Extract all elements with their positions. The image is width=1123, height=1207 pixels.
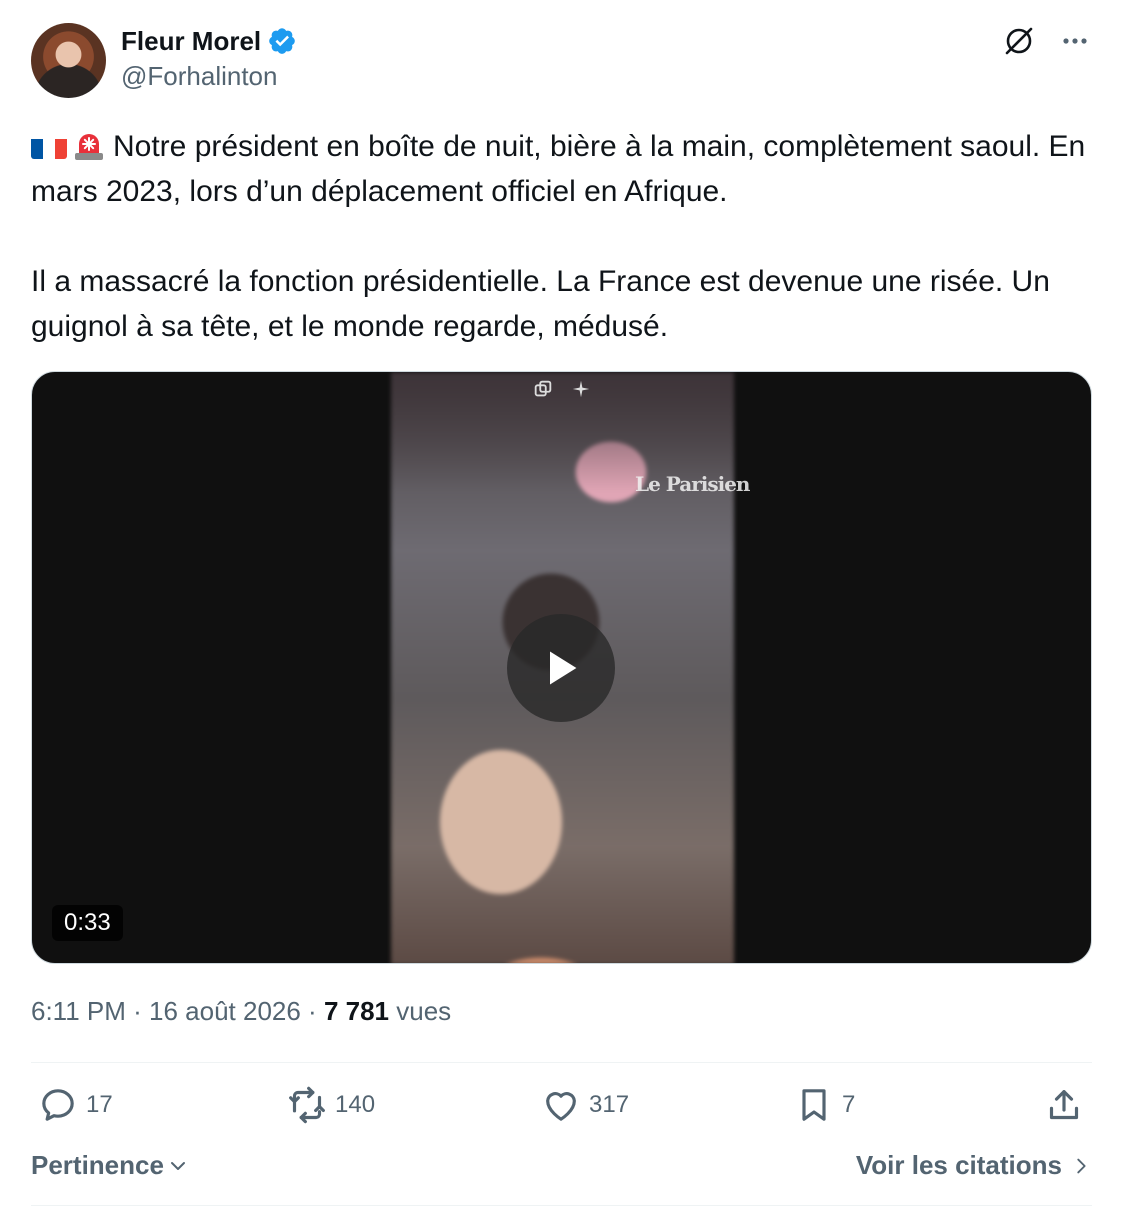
siren-icon <box>71 126 107 162</box>
video-watermark: Le Parisien <box>635 472 750 496</box>
like-button[interactable]: 317 <box>541 1085 629 1125</box>
meta-separator: · <box>125 996 150 1026</box>
play-icon <box>550 651 577 685</box>
share-button[interactable] <box>1044 1085 1084 1125</box>
author-name-row: Fleur Morel <box>121 24 297 58</box>
video-duration-badge: 0:33 <box>52 905 123 941</box>
views-label: vues <box>396 996 452 1026</box>
french-flag-icon <box>31 133 67 159</box>
bookmark-count: 7 <box>842 1091 856 1118</box>
reply-count: 17 <box>86 1091 113 1118</box>
action-bar: 17 140 317 7 <box>31 1085 1092 1135</box>
author-avatar[interactable] <box>31 23 106 98</box>
author-handle[interactable]: @Forhalinton <box>121 61 277 92</box>
tweet-time[interactable]: 6:11 PM <box>31 996 126 1026</box>
chevron-down-icon <box>170 1161 185 1170</box>
tweet-paragraph-1: Notre président en boîte de nuit, bière … <box>31 130 1094 208</box>
divider <box>31 1205 1092 1206</box>
views-count: 7 781 <box>323 996 390 1026</box>
repost-count: 140 <box>335 1091 376 1118</box>
repost-icon <box>289 1086 325 1124</box>
meta-separator: · <box>300 996 324 1026</box>
chevron-right-icon <box>1077 1158 1086 1173</box>
video-player[interactable]: Le Parisien 0:33 <box>31 371 1092 964</box>
tweet-paragraph-2: Il a massacré la fonction présidentielle… <box>31 265 1059 343</box>
play-button[interactable] <box>507 614 615 722</box>
tweet-meta: 6:11 PM · 16 août 2026 · 7 781 vues <box>31 996 451 1027</box>
video-overlay-icons <box>532 378 592 400</box>
share-icon <box>1049 1090 1079 1120</box>
grok-icon[interactable] <box>1002 24 1036 58</box>
author-display-name[interactable]: Fleur Morel <box>121 24 261 58</box>
sparkle-icon <box>572 380 590 398</box>
verified-badge-icon[interactable] <box>267 26 297 56</box>
top-right-actions <box>1002 24 1092 58</box>
quotes-label: Voir les citations <box>855 1150 1062 1180</box>
like-count: 317 <box>589 1091 630 1118</box>
more-options-icon[interactable] <box>1058 24 1092 58</box>
sort-label: Pertinence <box>31 1150 164 1180</box>
reply-icon <box>42 1089 74 1121</box>
divider <box>31 1062 1092 1063</box>
heart-icon <box>546 1092 576 1121</box>
view-quotes-link[interactable]: Voir les citations <box>856 1150 1092 1181</box>
repost-button[interactable]: 140 <box>287 1085 375 1125</box>
bookmark-icon <box>802 1089 826 1121</box>
copy-icon <box>534 380 552 397</box>
replies-header: Pertinence Voir les citations <box>31 1150 1092 1190</box>
bookmark-button[interactable]: 7 <box>794 1085 855 1125</box>
tweet-text: Notre président en boîte de nuit, bière … <box>31 124 1101 349</box>
tweet-date[interactable]: 16 août 2026 <box>149 996 301 1026</box>
sort-dropdown[interactable]: Pertinence <box>31 1150 190 1181</box>
reply-button[interactable]: 17 <box>38 1085 113 1125</box>
